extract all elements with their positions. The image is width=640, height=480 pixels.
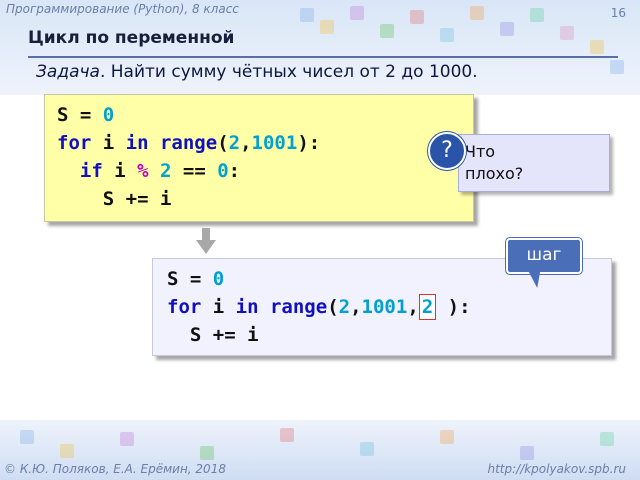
task-label: Задача [36,62,100,82]
code-token: == [171,160,218,182]
code-token: 2 [148,160,172,182]
title-bar: Цикл по переменной [28,26,618,58]
code-token: i [102,160,138,182]
code-token: i [201,296,236,318]
code-token: S += i [57,188,172,210]
step-highlight: 2 [418,294,437,320]
code-token: ): [297,132,321,154]
task-text: . Найти сумму чётных чисел от 2 до 1000. [99,62,478,82]
code-token: = [68,104,103,126]
code-token: 1001 [251,132,298,154]
code-line: S += i [167,321,611,349]
code-line: for i in range(2,1001, 2 ): [167,293,611,321]
code-token: , [350,296,362,318]
code-token: : [228,160,241,182]
code-token: for [167,296,202,318]
code-line: S = 0 [57,101,473,129]
question-text-line1: Что [465,142,496,161]
down-arrow-icon [196,228,216,254]
code-token: in [235,296,259,318]
code-token: 0 [212,268,225,290]
code-token: 1001 [361,296,408,318]
code-block-original: S = 0 for i in range(2,1001): if i % 2 =… [44,94,474,222]
step-callout: шаг [506,238,582,274]
code-token: for [57,132,92,154]
code-token: % [137,160,149,182]
code-token: S [57,104,69,126]
code-token: range [148,132,218,154]
code-token: ( [217,132,229,154]
code-token: ( [327,296,339,318]
course-name: Программирование (Python), 8 класс [6,2,239,16]
footer-authors: © К.Ю. Поляков, Е.А. Ерёмин, 2018 [4,462,226,476]
code-token: 2 [338,296,351,318]
code-token: S += i [167,324,259,346]
code-token: = [178,268,213,290]
task-statement: Задача. Найти сумму чётных чисел от 2 до… [36,62,478,82]
page-number: 16 [610,6,626,20]
code-line: S += i [57,185,473,213]
code-token: 0 [102,104,115,126]
code-line: if i % 2 == 0: [57,157,473,185]
question-box: Что плохо? [458,134,610,192]
code-token: range [258,296,328,318]
code-token: , [240,132,252,154]
code-token: ): [436,296,471,318]
question-text-line2: плохо? [465,164,524,183]
code-token: , [407,296,419,318]
code-token: 0 [217,160,229,182]
slide-title: Цикл по переменной [28,28,235,48]
code-token: 2 [228,132,241,154]
footer-url[interactable]: http://kpolyakov.spb.ru [487,462,626,476]
code-token: in [125,132,149,154]
code-line: for i in range(2,1001): [57,129,473,157]
question-mark-icon: ? [428,132,466,170]
code-token: if [79,160,103,182]
code-token: S [167,268,179,290]
code-token: i [91,132,126,154]
